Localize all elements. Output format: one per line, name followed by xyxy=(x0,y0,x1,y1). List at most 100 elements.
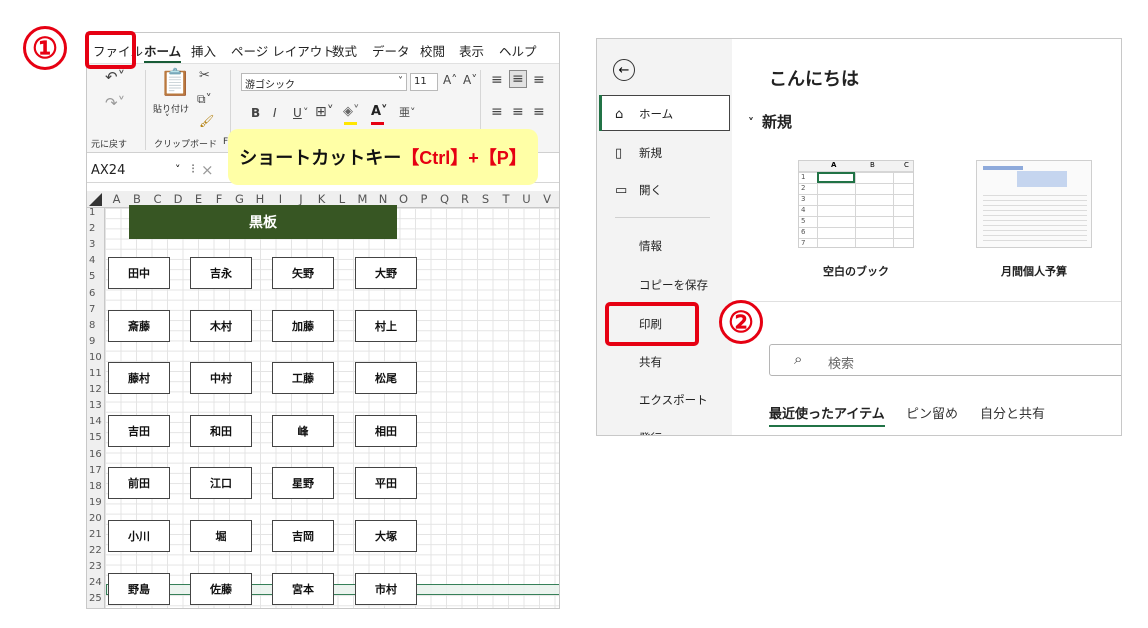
monthly-budget-thumbnail[interactable] xyxy=(976,160,1092,248)
font-color-icon[interactable]: A˅ xyxy=(371,104,388,119)
nav-save-copy[interactable]: コピーを保存 xyxy=(639,277,708,293)
column-header[interactable]: T xyxy=(499,192,514,206)
paste-chevron-icon[interactable]: ˅ xyxy=(165,114,170,124)
align-top-icon[interactable]: ≡ xyxy=(491,72,503,88)
seat-cell[interactable]: 宮本 xyxy=(272,572,334,605)
column-header[interactable]: C xyxy=(150,192,165,206)
seat-cell[interactable]: 大野 xyxy=(355,257,417,289)
row-header[interactable]: 10 xyxy=(89,352,102,363)
blank-workbook-thumbnail[interactable]: A B C 1 2 3 4 5 6 7 xyxy=(798,160,914,248)
copy-icon[interactable]: ⧉˅ xyxy=(197,92,212,107)
column-header[interactable]: L xyxy=(335,192,350,206)
row-header[interactable]: 20 xyxy=(89,513,102,524)
row-header[interactable]: 1 xyxy=(89,208,95,218)
undo-icon[interactable]: ↶˅ xyxy=(105,68,125,86)
nav-info[interactable]: 情報 xyxy=(639,238,662,254)
align-left-icon[interactable]: ≡ xyxy=(491,104,503,120)
row-header[interactable]: 8 xyxy=(89,320,95,331)
seat-cell[interactable]: 中村 xyxy=(190,362,252,395)
nav-home[interactable]: ⌂ ホーム xyxy=(615,106,673,122)
column-header[interactable]: B xyxy=(130,192,145,206)
italic-button[interactable]: I xyxy=(273,106,277,120)
row-header[interactable]: 7 xyxy=(89,304,95,315)
row-header[interactable]: 2 xyxy=(89,224,95,234)
name-box-chevron-icon[interactable]: ˅ xyxy=(175,163,181,176)
row-header[interactable]: 19 xyxy=(89,497,102,508)
align-middle-icon[interactable]: ≡ xyxy=(509,70,527,88)
row-header[interactable]: 4 xyxy=(89,256,95,266)
seat-cell[interactable]: 星野 xyxy=(272,467,334,500)
nav-open[interactable]: ▭ 開く xyxy=(615,182,662,198)
tab-pinned[interactable]: ピン留め xyxy=(906,403,958,422)
menu-insert[interactable]: 挿入 xyxy=(191,41,216,60)
row-header[interactable]: 21 xyxy=(89,530,102,540)
row-header[interactable]: 6 xyxy=(89,288,95,299)
shrink-font-button[interactable]: A˅ xyxy=(463,73,477,87)
row-header[interactable]: 24 xyxy=(89,578,102,588)
row-header[interactable]: 16 xyxy=(89,449,102,460)
format-painter-icon[interactable]: 🖌 xyxy=(199,114,214,128)
menu-help[interactable]: ヘルプ xyxy=(499,41,537,60)
seat-cell[interactable]: 田中 xyxy=(108,257,170,289)
cut-icon[interactable]: ✂ xyxy=(199,68,210,83)
seat-cell[interactable]: 平田 xyxy=(355,467,417,500)
column-header[interactable]: V xyxy=(540,192,555,206)
seat-cell[interactable]: 矢野 xyxy=(272,257,334,289)
seat-cell[interactable]: 大塚 xyxy=(355,520,417,552)
column-header[interactable]: S xyxy=(478,192,493,206)
column-header[interactable]: E xyxy=(191,192,206,206)
seat-cell[interactable]: 江口 xyxy=(190,467,252,500)
border-icon[interactable]: ⊞˅ xyxy=(315,104,334,120)
nav-new[interactable]: ▯ 新規 xyxy=(615,145,662,161)
bold-button[interactable]: B xyxy=(251,106,260,120)
row-header[interactable]: 3 xyxy=(89,240,95,250)
row-header[interactable]: 17 xyxy=(89,465,102,476)
column-header[interactable]: R xyxy=(458,192,473,206)
column-header[interactable]: G xyxy=(232,192,247,206)
tab-shared[interactable]: 自分と共有 xyxy=(980,403,1045,422)
seat-cell[interactable]: 佐藤 xyxy=(190,572,252,605)
column-header[interactable]: H xyxy=(253,192,268,206)
seat-cell[interactable]: 吉岡 xyxy=(272,520,334,552)
tab-recent[interactable]: 最近使ったアイテム xyxy=(769,403,885,427)
seat-cell[interactable]: 相田 xyxy=(355,414,417,447)
column-header[interactable]: U xyxy=(519,192,534,206)
row-header[interactable]: 18 xyxy=(89,481,102,492)
seat-cell[interactable]: 和田 xyxy=(190,414,252,447)
column-header[interactable]: P xyxy=(417,192,432,206)
row-header[interactable]: 25 xyxy=(89,594,102,604)
new-section-header[interactable]: ˅ 新規 xyxy=(748,111,792,132)
nav-share[interactable]: 共有 xyxy=(639,354,662,370)
seat-cell[interactable]: 吉永 xyxy=(190,257,252,289)
search-box[interactable]: ⌕ 検索 xyxy=(769,344,1121,376)
underline-chevron-icon[interactable]: ˅ xyxy=(303,106,309,119)
seat-cell[interactable]: 村上 xyxy=(355,309,417,342)
column-header[interactable]: K xyxy=(314,192,329,206)
blackboard-cell[interactable]: 黒板 xyxy=(129,205,397,239)
align-bottom-icon[interactable]: ≡ xyxy=(533,72,545,88)
column-header[interactable]: F xyxy=(212,192,227,206)
seat-cell[interactable]: 斎藤 xyxy=(108,309,170,342)
align-right-icon[interactable]: ≡ xyxy=(533,104,545,120)
nav-publish[interactable]: 発行 xyxy=(639,430,662,435)
seat-cell[interactable]: 松尾 xyxy=(355,362,417,395)
seat-cell[interactable]: 吉田 xyxy=(108,414,170,447)
seat-cell[interactable]: 前田 xyxy=(108,467,170,500)
row-header[interactable]: 22 xyxy=(89,546,102,556)
column-header[interactable]: Q xyxy=(437,192,452,206)
menu-view[interactable]: 表示 xyxy=(459,41,484,60)
column-header[interactable]: J xyxy=(294,192,309,206)
row-header[interactable]: 14 xyxy=(89,417,102,427)
monthly-budget-label[interactable]: 月間個人予算 xyxy=(976,263,1092,279)
seat-cell[interactable]: 小川 xyxy=(108,520,170,552)
row-header[interactable]: 13 xyxy=(89,401,102,411)
underline-button[interactable]: U xyxy=(293,106,302,120)
menu-review[interactable]: 校閲 xyxy=(420,41,445,60)
blank-workbook-label[interactable]: 空白のブック xyxy=(798,263,914,279)
menu-home[interactable]: ホーム xyxy=(144,41,182,63)
row-header[interactable]: 12 xyxy=(89,385,102,395)
paste-label[interactable]: 貼り付け xyxy=(153,102,189,115)
column-header[interactable]: N xyxy=(376,192,391,206)
menu-data[interactable]: データ xyxy=(372,41,410,60)
column-header[interactable]: M xyxy=(355,192,370,206)
